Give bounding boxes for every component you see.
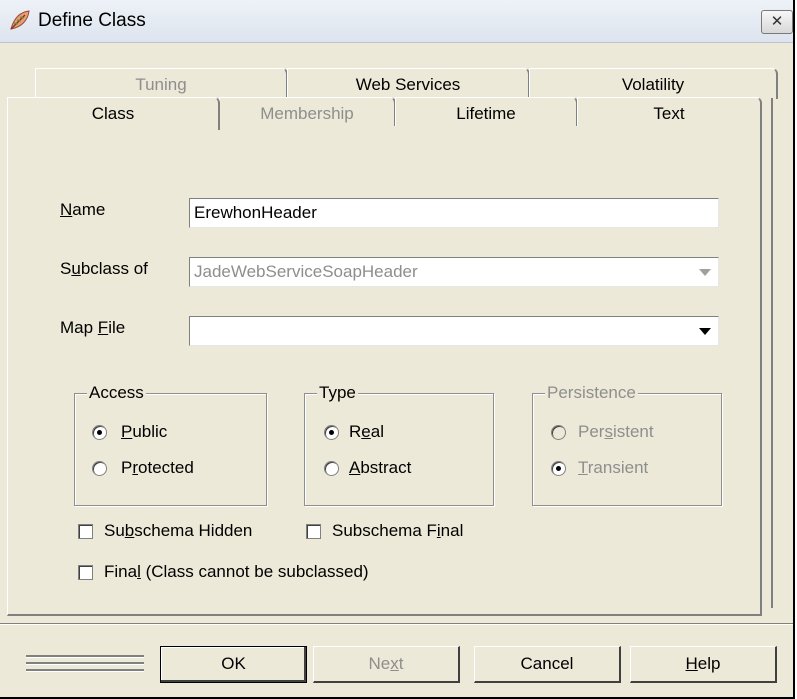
subclass-of-label: Subclass of [60, 259, 148, 278]
persistent-radio[interactable] [551, 425, 566, 440]
persistent-label[interactable]: Persistent [578, 422, 654, 442]
chevron-down-icon [699, 327, 711, 335]
tab-label: Volatility [621, 75, 685, 94]
type-legend: Type [317, 383, 358, 403]
final-checkbox[interactable] [78, 565, 93, 580]
tab-tuning[interactable]: Tuning [35, 68, 288, 99]
radio-selected-dot [329, 430, 334, 435]
map-file-dropdown-button[interactable] [694, 319, 716, 343]
ok-button-label: OK [221, 654, 246, 673]
tab-membership[interactable]: Membership [219, 97, 396, 128]
radio-selected-dot [97, 430, 102, 435]
abstract-radio[interactable] [324, 461, 339, 476]
tab-volatility[interactable]: Volatility [529, 68, 778, 99]
tab-label: Lifetime [456, 104, 516, 123]
persistence-group: Persistence [532, 383, 722, 506]
chevron-down-icon [699, 268, 711, 276]
transient-label[interactable]: Transient [578, 458, 648, 478]
tab-label: Web Services [355, 75, 461, 94]
radio-selected-dot [556, 466, 561, 471]
real-label[interactable]: Real [349, 422, 384, 442]
persistence-legend: Persistence [545, 383, 638, 403]
public-label[interactable]: Public [121, 422, 167, 442]
subclass-of-value: JadeWebServiceSoapHeader [194, 262, 418, 281]
tab-label: Class [91, 104, 135, 123]
subschema-final-checkbox[interactable] [306, 524, 321, 539]
subschema-hidden-label[interactable]: Subschema Hidden [104, 521, 252, 541]
access-group: Access [74, 383, 267, 506]
name-input[interactable]: ErewhonHeader [189, 198, 719, 228]
tab-label: Text [653, 104, 685, 123]
define-class-dialog: Define Class ✕ Tuning Web Services Volat… [0, 0, 795, 699]
leaf-app-icon [10, 10, 30, 30]
close-icon: ✕ [770, 13, 784, 30]
public-radio[interactable] [92, 425, 107, 440]
tab-label: Membership [260, 104, 354, 123]
tab-text[interactable]: Text [577, 97, 762, 128]
footer-separator-highlight [0, 624, 793, 625]
real-radio[interactable] [324, 425, 339, 440]
grip-line [26, 655, 144, 658]
tab-class[interactable]: Class [7, 97, 220, 130]
tab-web-services[interactable]: Web Services [287, 68, 530, 99]
subschema-final-label[interactable]: Subschema Final [332, 521, 463, 541]
title-bar[interactable]: Define Class ✕ [0, 0, 793, 43]
subschema-hidden-checkbox[interactable] [78, 524, 93, 539]
close-button[interactable]: ✕ [761, 10, 793, 34]
grip-line [26, 669, 144, 672]
access-legend: Access [87, 383, 146, 403]
next-button[interactable]: Next [313, 646, 460, 683]
window-title: Define Class [38, 10, 146, 31]
map-file-label: Map File [60, 318, 126, 337]
final-label[interactable]: Final (Class cannot be subclassed) [104, 562, 369, 582]
tab-label: Tuning [135, 75, 187, 94]
ok-button[interactable]: OK [160, 646, 307, 683]
abstract-label[interactable]: Abstract [349, 458, 411, 478]
tab-lifetime[interactable]: Lifetime [395, 97, 578, 128]
protected-radio[interactable] [92, 461, 107, 476]
subclass-dropdown-button[interactable] [694, 260, 716, 284]
grip-line [26, 662, 144, 665]
help-button[interactable]: Help [630, 646, 777, 683]
cancel-button[interactable]: Cancel [474, 646, 621, 683]
type-group: Type [304, 383, 494, 506]
transient-radio[interactable] [551, 461, 566, 476]
subclass-of-combobox[interactable]: JadeWebServiceSoapHeader [189, 257, 719, 287]
map-file-combobox[interactable] [189, 316, 719, 346]
back-tab-edge [771, 98, 773, 608]
cancel-button-label: Cancel [520, 654, 574, 673]
protected-label[interactable]: Protected [121, 458, 194, 478]
name-label: Name [60, 200, 106, 219]
